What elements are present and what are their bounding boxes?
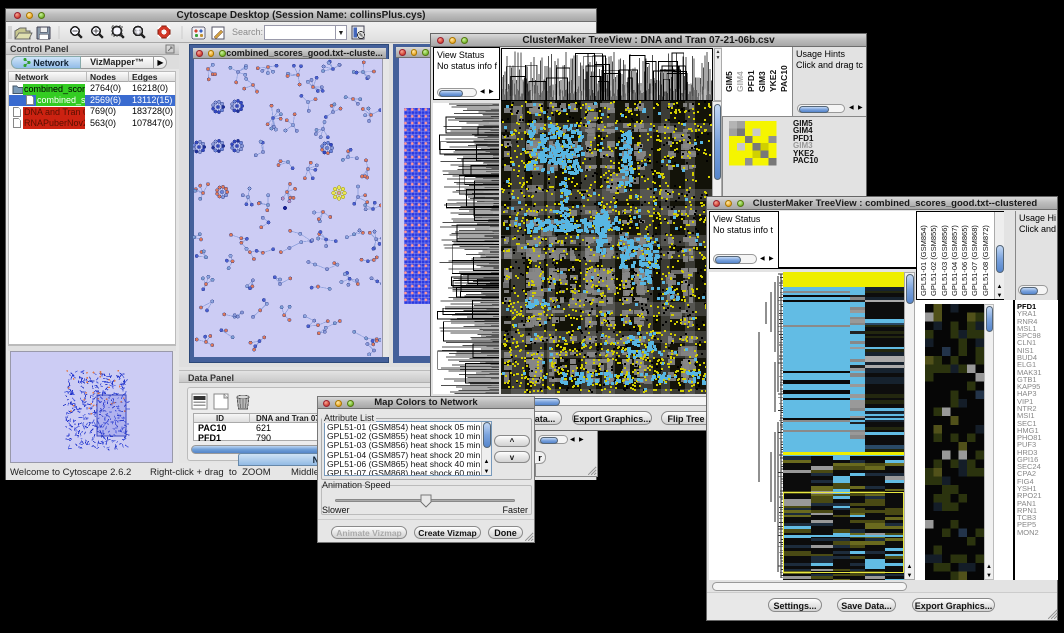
svg-text:Search:: Search: — [232, 27, 263, 37]
svg-text:✎: ✎ — [359, 32, 364, 39]
svg-text:1:1: 1:1 — [135, 30, 142, 36]
